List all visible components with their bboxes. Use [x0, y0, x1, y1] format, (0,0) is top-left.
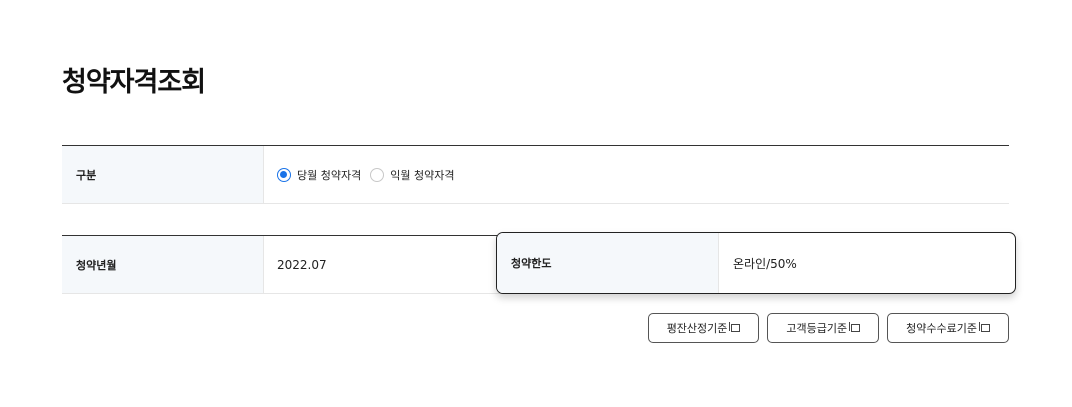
category-value-cell: 당월 청약자격 익월 청약자격: [264, 146, 1009, 203]
category-table: 구분 당월 청약자격 익월 청약자격: [62, 145, 1009, 204]
subscription-month-label: 청약년월: [62, 236, 264, 293]
fee-criteria-button-label[interactable]: 청약수수료기준: [906, 320, 977, 336]
subscription-month-value: 2022.07: [277, 257, 327, 272]
category-row: 구분 당월 청약자격 익월 청약자격: [62, 146, 1009, 204]
valuation-criteria-button-label[interactable]: 평잔산정기준: [667, 320, 728, 336]
page-title: 청약자격조회: [62, 67, 206, 98]
popup-window-icon[interactable]: [729, 322, 741, 332]
subscription-limit-label: 청약한도: [497, 233, 719, 293]
popup-window-icon[interactable]: [979, 322, 990, 332]
fee-criteria-button[interactable]: 청약수수료기준: [887, 313, 1009, 343]
valuation-criteria-button[interactable]: 평잔산정기준: [647, 313, 760, 343]
category-label: 구분: [62, 146, 264, 203]
radio-current-month-label[interactable]: 당월 청약자격: [297, 167, 361, 183]
customer-grade-criteria-button[interactable]: 고객등급기준: [767, 313, 880, 343]
radio-next-month[interactable]: 익월 청약자격: [370, 167, 454, 183]
customer-grade-criteria-button-label[interactable]: 고객등급기준: [786, 320, 847, 336]
radio-unchecked-icon[interactable]: [370, 167, 385, 182]
radio-checked-icon[interactable]: [277, 167, 291, 182]
popup-window-icon[interactable]: [849, 322, 861, 332]
criteria-button-group: 평잔산정기준 고객등급기준 청약수수료기준: [647, 313, 1009, 343]
radio-current-month[interactable]: 당월 청약자격: [277, 167, 361, 183]
radio-next-month-label[interactable]: 익월 청약자격: [390, 167, 454, 183]
subscription-limit-value: 온라인/50%: [733, 256, 797, 271]
subscription-limit-popup: 청약한도 온라인/50%: [496, 232, 1016, 294]
category-radio-group: 당월 청약자격 익월 청약자격: [277, 167, 463, 183]
